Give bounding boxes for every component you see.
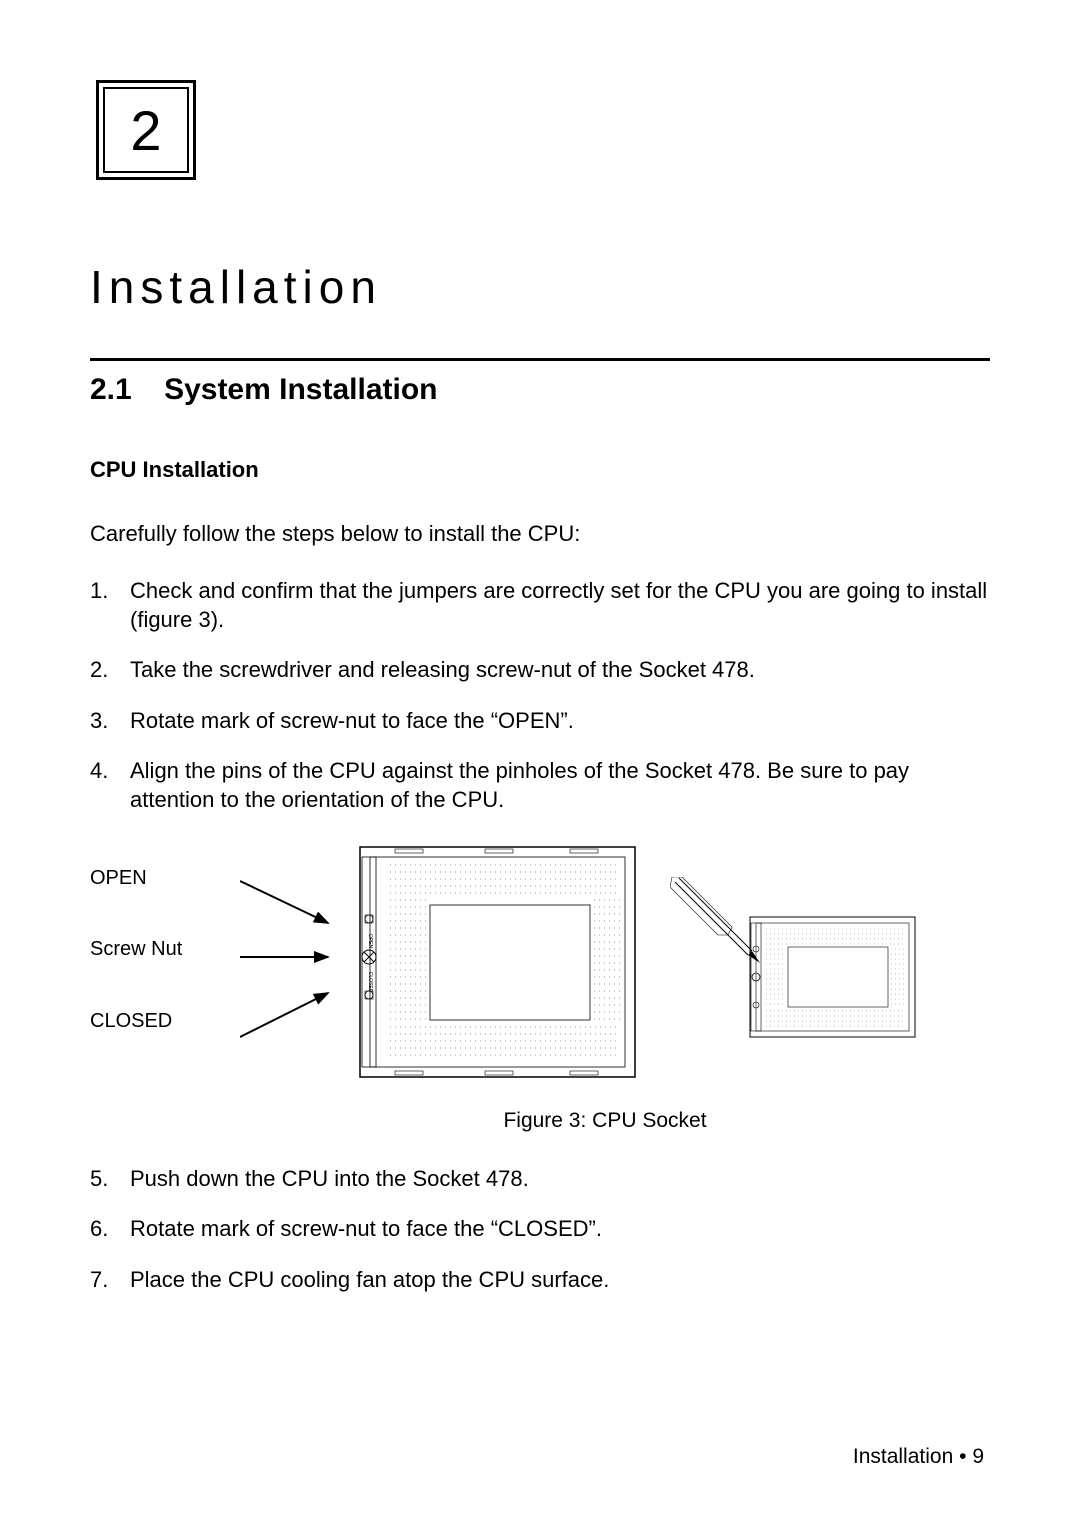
figure-cpu-socket: OPEN Screw Nut CLOSED (90, 837, 990, 1087)
list-item: 2.Take the screwdriver and releasing scr… (90, 656, 990, 685)
figure-arrows (240, 837, 330, 1077)
step-text: Take the screwdriver and releasing screw… (130, 656, 755, 685)
cpu-socket-diagram: OPEN CLOSED (340, 837, 640, 1087)
step-text: Place the CPU cooling fan atop the CPU s… (130, 1266, 609, 1295)
footer-page: 9 (972, 1445, 984, 1468)
figure-caption: Figure 3: CPU Socket (220, 1109, 990, 1133)
step-text: Align the pins of the CPU against the pi… (130, 757, 990, 814)
arrows-svg (240, 837, 330, 1077)
divider (90, 358, 990, 361)
page-footer: Installation • 9 (853, 1445, 984, 1469)
list-item: 5.Push down the CPU into the Socket 478. (90, 1165, 990, 1194)
label-open: OPEN (90, 867, 230, 890)
step-number: 6. (90, 1215, 130, 1244)
list-item: 7.Place the CPU cooling fan atop the CPU… (90, 1266, 990, 1295)
socket-open-text: OPEN (367, 933, 373, 948)
figure-labels: OPEN Screw Nut CLOSED (90, 837, 230, 1077)
subsection-title: CPU Installation (90, 457, 990, 483)
step-text: Rotate mark of screw-nut to face the “OP… (130, 707, 574, 736)
step-number: 7. (90, 1266, 130, 1295)
steps-list-a: 1.Check and confirm that the jumpers are… (90, 577, 990, 815)
step-number: 1. (90, 577, 130, 634)
step-text: Check and confirm that the jumpers are c… (130, 577, 990, 634)
screwdriver-socket-diagram (670, 877, 920, 1047)
section-heading: 2.1 System Installation (90, 373, 990, 407)
step-number: 2. (90, 656, 130, 685)
step-number: 4. (90, 757, 130, 814)
steps-list-b: 5.Push down the CPU into the Socket 478.… (90, 1165, 990, 1295)
step-number: 3. (90, 707, 130, 736)
list-item: 1.Check and confirm that the jumpers are… (90, 577, 990, 634)
list-item: 3.Rotate mark of screw-nut to face the “… (90, 707, 990, 736)
chapter-number: 2 (130, 98, 161, 163)
socket-closed-text: CLOSED (367, 971, 373, 992)
label-screw-nut: Screw Nut (90, 938, 230, 961)
step-text: Push down the CPU into the Socket 478. (130, 1165, 529, 1194)
intro-text: Carefully follow the steps below to inst… (90, 521, 990, 547)
footer-text: Installation (853, 1445, 953, 1468)
label-closed: CLOSED (90, 1010, 230, 1033)
step-number: 5. (90, 1165, 130, 1194)
chapter-number-box: 2 (96, 80, 196, 180)
document-page: 2 Installation 2.1 System Installation C… (0, 0, 1080, 1529)
list-item: 4.Align the pins of the CPU against the … (90, 757, 990, 814)
section-title: System Installation (164, 373, 437, 406)
chapter-title: Installation (90, 260, 990, 314)
list-item: 6.Rotate mark of screw-nut to face the “… (90, 1215, 990, 1244)
section-number: 2.1 (90, 373, 132, 406)
step-text: Rotate mark of screw-nut to face the “CL… (130, 1215, 602, 1244)
footer-bullet: • (959, 1445, 966, 1468)
